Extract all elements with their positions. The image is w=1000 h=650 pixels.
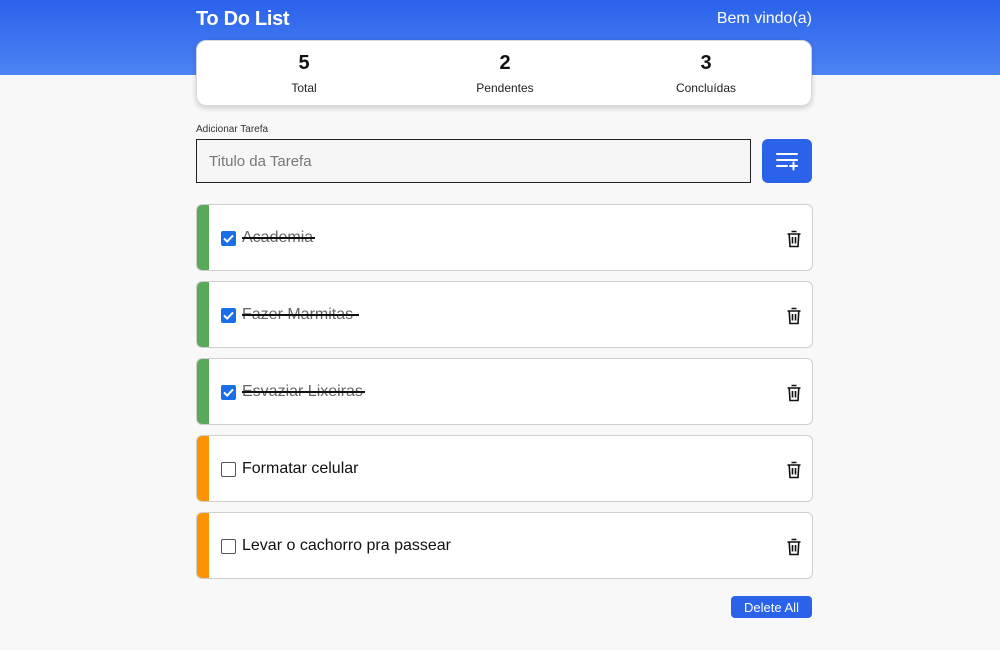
task-status-bar xyxy=(197,282,209,347)
stat-completed-label: Concluídas xyxy=(675,81,737,95)
task-item: Esvaziar Lixeiras xyxy=(196,358,813,425)
delete-all-button[interactable]: Delete All xyxy=(731,596,812,618)
trash-icon[interactable] xyxy=(786,384,802,402)
stat-pending-value: 2 xyxy=(499,52,511,74)
trash-icon[interactable] xyxy=(786,307,802,325)
task-status-bar xyxy=(197,359,209,424)
stat-total-value: 5 xyxy=(298,52,310,74)
task-item: Academia xyxy=(196,204,813,271)
task-checkbox[interactable] xyxy=(221,308,236,323)
task-checkbox[interactable] xyxy=(221,539,236,554)
app-title: To Do List xyxy=(196,8,290,30)
task-item: Levar o cachorro pra passear xyxy=(196,512,813,579)
add-task-button[interactable] xyxy=(762,139,812,183)
add-task-label: Adicionar Tarefa xyxy=(196,124,269,135)
task-status-bar xyxy=(197,205,209,270)
strikethrough-line xyxy=(242,391,365,393)
stat-pending-label: Pendentes xyxy=(476,81,534,95)
playlist-add-icon xyxy=(776,153,798,171)
welcome-text: Bem vindo(a) xyxy=(716,10,812,27)
stat-pending: 2 Pendentes xyxy=(435,41,575,95)
checkmark-icon xyxy=(223,234,234,244)
checkmark-icon xyxy=(223,388,234,398)
stat-total-label: Total xyxy=(291,81,317,95)
task-title-input[interactable] xyxy=(196,139,751,183)
stat-total: 5 Total xyxy=(234,41,374,95)
task-title: Levar o cachorro pra passear xyxy=(242,537,451,554)
stats-card: 5 Total 2 Pendentes 3 Concluídas xyxy=(196,40,812,106)
task-status-bar xyxy=(197,513,209,578)
stat-completed: 3 Concluídas xyxy=(636,41,776,95)
task-status-bar xyxy=(197,436,209,501)
task-title: Formatar celular xyxy=(242,460,359,477)
strikethrough-line xyxy=(242,237,315,239)
trash-icon[interactable] xyxy=(786,230,802,248)
task-item: Fazer Marmitas xyxy=(196,281,813,348)
task-checkbox[interactable] xyxy=(221,231,236,246)
task-checkbox[interactable] xyxy=(221,462,236,477)
trash-icon[interactable] xyxy=(786,461,802,479)
task-item: Formatar celular xyxy=(196,435,813,502)
strikethrough-line xyxy=(242,314,359,316)
checkmark-icon xyxy=(223,311,234,321)
task-checkbox[interactable] xyxy=(221,385,236,400)
trash-icon[interactable] xyxy=(786,538,802,556)
stat-completed-value: 3 xyxy=(700,52,712,74)
